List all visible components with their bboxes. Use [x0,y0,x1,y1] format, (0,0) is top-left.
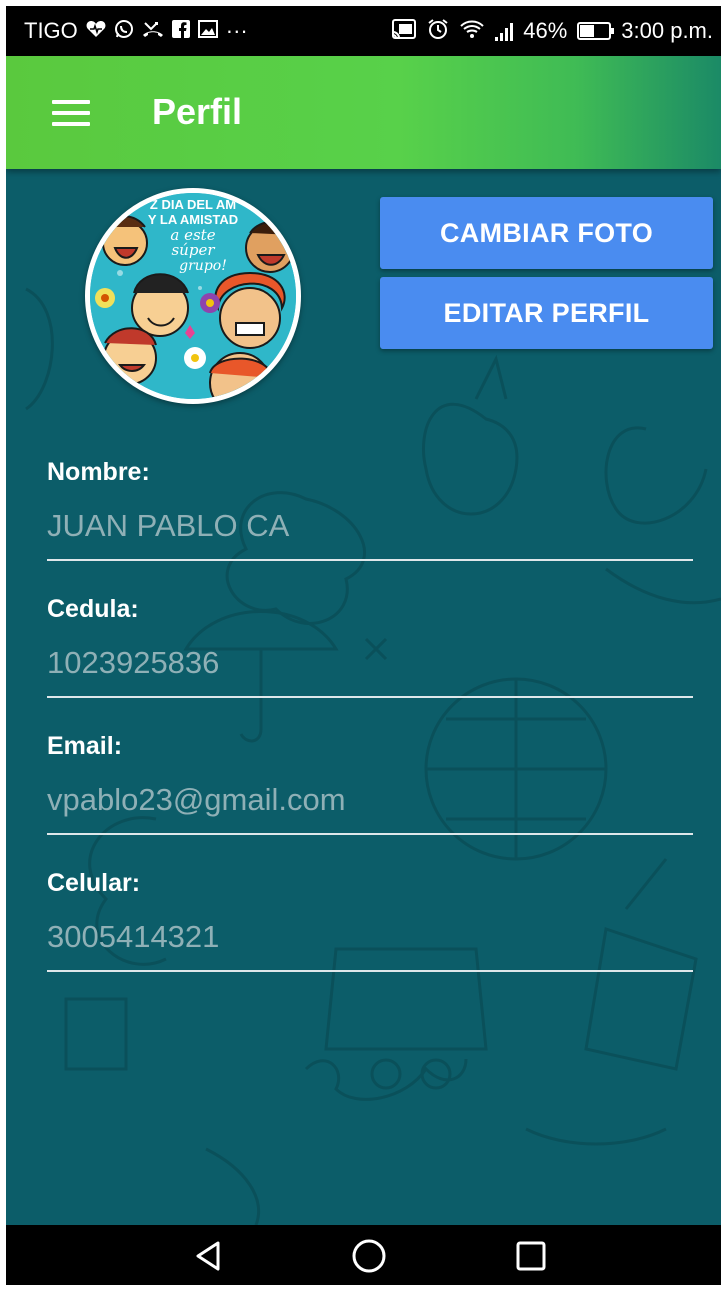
recents-icon [516,1241,546,1271]
home-button[interactable] [329,1225,409,1285]
cedula-input[interactable] [47,644,693,698]
field-label-cedula: Cedula: [47,595,139,623]
avatar-text-line-5: grupo! [179,258,227,274]
missed-call-icon [142,19,164,43]
avatar-text-line-4: súper [171,241,215,259]
edit-profile-button[interactable]: EDITAR PERFIL [380,277,713,349]
email-input[interactable] [47,781,693,835]
whatsapp-icon [114,19,134,43]
hamburger-menu-icon[interactable] [52,100,90,126]
heart-icon [86,20,106,42]
field-email: Email: [47,731,693,835]
signal-strength-icon [495,21,514,41]
battery-icon [577,22,615,40]
avatar-text-line-2: Y LA AMISTAD [148,212,238,227]
recents-button[interactable] [491,1225,571,1285]
celular-input[interactable] [47,918,693,972]
field-cedula: Cedula: [47,594,693,698]
back-button[interactable] [168,1225,248,1285]
facebook-icon [171,20,190,42]
more-notifications-indicator: ··· [225,18,248,43]
battery-percent: 46% [523,18,568,43]
nombre-input[interactable] [47,507,693,561]
avatar-text-line-1: Z DIA DEL AM [150,197,236,212]
alarm-icon [427,18,449,44]
profile-avatar[interactable]: Z DIA DEL AM Y LA AMISTAD a este súper g… [85,188,301,404]
status-bar: TIGO ··· 46% 3:00 p.m. [6,6,721,56]
page-title: Perfil [152,91,243,132]
clock: 3:00 p.m. [621,18,713,43]
field-label-email: Email: [47,732,123,760]
field-label-nombre: Nombre: [47,458,150,486]
status-right: 46% 3:00 p.m. [391,18,713,44]
back-icon [196,1241,220,1271]
home-icon [352,1239,386,1273]
phone-screen: TIGO ··· 46% 3:00 p.m. Perfil Z DIA DEL … [6,6,721,1285]
avatar-image: Z DIA DEL AM Y LA AMISTAD a este súper g… [90,193,296,399]
profile-content: Z DIA DEL AM Y LA AMISTAD a este súper g… [6,169,721,1225]
field-nombre: Nombre: [47,457,693,561]
change-photo-button[interactable]: CAMBIAR FOTO [380,197,713,269]
app-bar: Perfil [6,56,721,169]
field-celular: Celular: [47,868,693,972]
field-label-celular: Celular: [47,869,141,897]
system-navigation-bar [6,1225,721,1285]
cast-icon [391,18,417,44]
wifi-icon [459,18,485,44]
status-left: TIGO ··· [24,18,248,44]
carrier-label: TIGO [24,18,78,43]
gallery-icon [197,20,218,42]
